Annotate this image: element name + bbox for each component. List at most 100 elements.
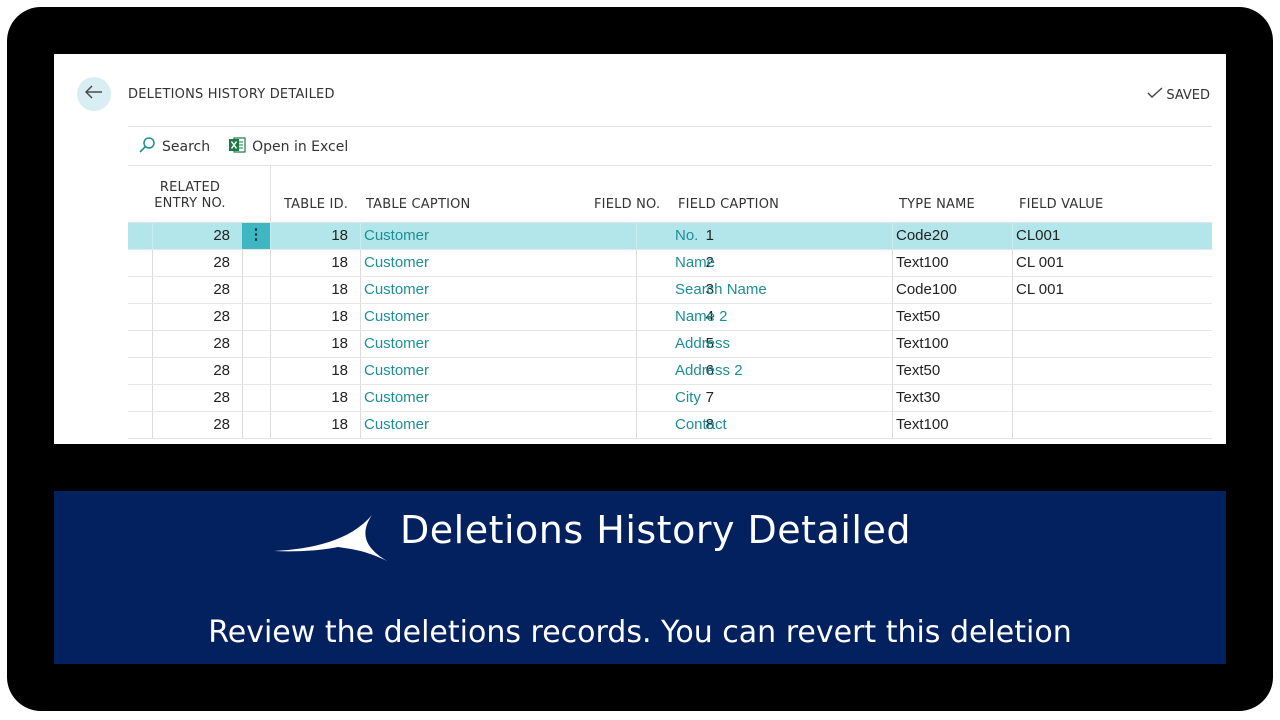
- cell-field-caption[interactable]: Address: [675, 331, 885, 357]
- header-field-no[interactable]: FIELD NO.: [594, 197, 660, 212]
- cell-field-value: CL001: [1016, 227, 1061, 244]
- cell-table-id: 18: [331, 308, 348, 325]
- column-separator: [360, 223, 361, 249]
- cell-field-caption[interactable]: Search Name: [675, 277, 885, 303]
- row-menu-dots-icon[interactable]: ⋮: [242, 223, 270, 249]
- banner-title: Deletions History Detailed: [400, 508, 911, 552]
- table-row[interactable]: 28 18 Customer 3 Search Name Code100 CL 001: [128, 277, 1212, 304]
- table-row[interactable]: 28 18 Customer 1 No. Code20 CL001 ⋮: [128, 223, 1212, 250]
- cell-type-name: Code20: [896, 227, 949, 244]
- saved-label: SAVED: [1166, 87, 1210, 103]
- cell-type-name: Text100: [896, 254, 949, 271]
- column-separator: [242, 412, 243, 438]
- cell-table-id: 18: [331, 227, 348, 244]
- search-icon: [138, 136, 156, 158]
- deletion-details-table: RELATED ENTRY NO. TABLE ID. TABLE CAPTIO…: [128, 166, 1212, 439]
- cell-field-caption[interactable]: Contact: [675, 412, 885, 438]
- column-separator: [360, 277, 361, 303]
- column-separator: [892, 412, 893, 438]
- page-title: DELETIONS HISTORY DETAILED: [128, 87, 335, 102]
- column-separator: [892, 277, 893, 303]
- column-separator: [242, 277, 243, 303]
- cell-table-id: 18: [331, 281, 348, 298]
- column-separator: [242, 250, 243, 276]
- table-row[interactable]: 28 18 Customer 2 Name Text100 CL 001: [128, 250, 1212, 277]
- cell-field-caption[interactable]: City: [675, 385, 885, 411]
- cell-related-entry-no: 28: [213, 389, 230, 406]
- header-separator: [270, 166, 271, 222]
- table-row[interactable]: 28 18 Customer 6 Address 2 Text50: [128, 358, 1212, 385]
- cell-table-caption[interactable]: Customer: [364, 223, 624, 249]
- cell-related-entry-no: 28: [213, 308, 230, 325]
- header-related-line1: RELATED: [159, 180, 221, 195]
- cell-field-value: [1016, 331, 1196, 357]
- cell-table-caption[interactable]: Customer: [364, 277, 624, 303]
- action-bar: Search Open in Excel: [138, 136, 348, 158]
- cell-table-id: 18: [331, 362, 348, 379]
- cell-table-caption[interactable]: Customer: [364, 412, 624, 438]
- column-separator: [242, 304, 243, 330]
- open-in-excel-label: Open in Excel: [252, 139, 349, 155]
- cell-field-caption[interactable]: No.: [675, 223, 885, 249]
- table-row[interactable]: 28 18 Customer 8 Contact Text100: [128, 412, 1212, 439]
- cell-table-caption[interactable]: Customer: [364, 331, 624, 357]
- cell-field-value: [1016, 412, 1196, 438]
- column-separator: [242, 358, 243, 384]
- header-related-entry-no[interactable]: RELATED ENTRY NO.: [140, 180, 240, 212]
- cell-field-caption[interactable]: Address 2: [675, 358, 885, 384]
- swoosh-logo-icon: [272, 511, 392, 568]
- header-field-caption[interactable]: FIELD CAPTION: [678, 197, 779, 212]
- header-field-value[interactable]: FIELD VALUE: [1019, 197, 1103, 212]
- search-action[interactable]: Search: [138, 136, 210, 158]
- header-table-caption[interactable]: TABLE CAPTION: [366, 197, 470, 212]
- column-separator: [360, 385, 361, 411]
- table-header: RELATED ENTRY NO. TABLE ID. TABLE CAPTIO…: [128, 166, 1212, 223]
- back-button[interactable]: [77, 77, 111, 111]
- header-type-name[interactable]: TYPE NAME: [899, 197, 975, 212]
- cell-field-value: CL 001: [1016, 254, 1064, 271]
- column-separator: [892, 304, 893, 330]
- cell-table-id: 18: [331, 389, 348, 406]
- cell-field-caption[interactable]: Name: [675, 250, 885, 276]
- cell-table-caption[interactable]: Customer: [364, 304, 624, 330]
- cell-type-name: Text50: [896, 362, 941, 379]
- header-related-line2: ENTRY NO.: [154, 196, 226, 211]
- title-divider: [128, 126, 1212, 127]
- column-separator: [892, 223, 893, 249]
- column-separator: [1012, 358, 1013, 384]
- column-separator: [1012, 331, 1013, 357]
- cell-type-name: Text50: [896, 308, 941, 325]
- cell-table-id: 18: [331, 416, 348, 433]
- column-separator: [1012, 304, 1013, 330]
- column-separator: [242, 385, 243, 411]
- cell-table-caption[interactable]: Customer: [364, 385, 624, 411]
- back-arrow-icon: [84, 84, 103, 104]
- table-row[interactable]: 28 18 Customer 5 Address Text100: [128, 331, 1212, 358]
- column-separator: [892, 358, 893, 384]
- column-separator: [1012, 250, 1013, 276]
- cell-field-value: [1016, 304, 1196, 330]
- cell-related-entry-no: 28: [213, 227, 230, 244]
- table-body: 28 18 Customer 1 No. Code20 CL001 ⋮ 28 18 Customer…: [128, 223, 1212, 439]
- column-separator: [360, 304, 361, 330]
- cell-field-value: [1016, 385, 1196, 411]
- header-table-id[interactable]: TABLE ID.: [284, 197, 348, 212]
- cell-table-id: 18: [331, 335, 348, 352]
- cell-type-name: Text100: [896, 416, 949, 433]
- saved-status: SAVED: [1147, 87, 1210, 103]
- cell-related-entry-no: 28: [213, 281, 230, 298]
- table-row[interactable]: 28 18 Customer 7 City Text30: [128, 385, 1212, 412]
- open-in-excel-action[interactable]: Open in Excel: [228, 136, 348, 158]
- cell-related-entry-no: 28: [213, 362, 230, 379]
- column-separator: [892, 331, 893, 357]
- cell-type-name: Text100: [896, 335, 949, 352]
- table-row[interactable]: 28 18 Customer 4 Name 2 Text50: [128, 304, 1212, 331]
- cell-table-caption[interactable]: Customer: [364, 358, 624, 384]
- search-label: Search: [162, 139, 211, 155]
- banner-subtitle: Review the deletions records. You can re…: [208, 615, 1072, 650]
- column-separator: [892, 250, 893, 276]
- excel-icon: [228, 136, 246, 158]
- cell-table-caption[interactable]: Customer: [364, 250, 624, 276]
- cell-field-caption[interactable]: Name 2: [675, 304, 885, 330]
- column-separator: [1012, 412, 1013, 438]
